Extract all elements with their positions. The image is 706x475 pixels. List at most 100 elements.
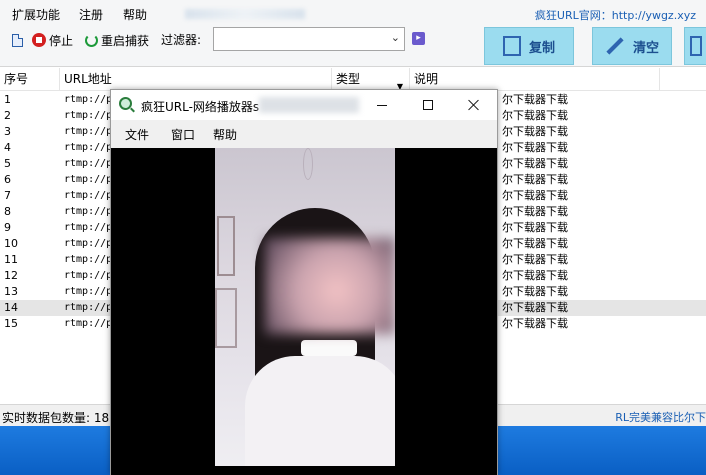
row-index: 9 bbox=[4, 221, 11, 234]
stop-label: 停止 bbox=[49, 33, 74, 48]
new-button[interactable] bbox=[12, 31, 23, 49]
row-url: rtmp://p bbox=[64, 302, 113, 313]
close-icon bbox=[468, 99, 480, 111]
blurred-area bbox=[185, 9, 305, 19]
copy-icon bbox=[502, 36, 521, 56]
video-frame bbox=[215, 148, 395, 466]
row-url: rtmp://p bbox=[64, 94, 113, 105]
row-description: 尔下载器下载 bbox=[502, 221, 568, 234]
row-url: rtmp://p bbox=[64, 206, 113, 217]
wall-picture bbox=[215, 288, 237, 348]
col-index[interactable]: 序号 bbox=[0, 68, 60, 91]
row-url: rtmp://p bbox=[64, 110, 113, 121]
col-type[interactable]: 类型 ▼ bbox=[332, 68, 410, 91]
row-description: 尔下载器下载 bbox=[502, 173, 568, 186]
copy-button[interactable]: 复制 bbox=[484, 27, 574, 65]
row-index: 3 bbox=[4, 125, 11, 138]
row-url: rtmp://p bbox=[64, 174, 113, 185]
col-url[interactable]: URL地址 bbox=[60, 68, 332, 91]
row-description: 尔下载器下载 bbox=[502, 93, 568, 106]
row-url: rtmp://p bbox=[64, 318, 113, 329]
player-title-bar[interactable]: 疯狂URL-网络播放器s bbox=[111, 90, 497, 120]
row-url: rtmp://p bbox=[64, 270, 113, 281]
wall-lamp bbox=[303, 148, 313, 180]
minimize-button[interactable] bbox=[359, 90, 405, 120]
wall-picture bbox=[217, 216, 235, 276]
row-index: 8 bbox=[4, 205, 11, 218]
row-url: rtmp://p bbox=[64, 126, 113, 137]
row-description: 尔下载器下载 bbox=[502, 141, 568, 154]
stop-button[interactable]: 停止 bbox=[32, 31, 73, 49]
row-description: 尔下载器下载 bbox=[502, 109, 568, 122]
close-button[interactable] bbox=[451, 90, 497, 120]
row-index: 12 bbox=[4, 269, 18, 282]
magnifier-icon bbox=[119, 97, 132, 110]
row-description: 尔下载器下载 bbox=[502, 157, 568, 170]
apply-icon: ▸ bbox=[416, 33, 421, 43]
row-index: 1 bbox=[4, 93, 11, 106]
clear-button[interactable]: 清空 bbox=[592, 27, 672, 65]
row-index: 6 bbox=[4, 173, 11, 186]
filter-dropdown[interactable]: ⌄ bbox=[213, 27, 405, 51]
row-description: 尔下载器下载 bbox=[502, 285, 568, 298]
copy-label: 复制 bbox=[528, 40, 555, 56]
row-description: 尔下载器下载 bbox=[502, 269, 568, 282]
stop-icon bbox=[32, 33, 46, 47]
menu-bar: 扩展功能 注册 帮助 疯狂URL官网：http://ywgz.xyz bbox=[0, 0, 706, 27]
row-index: 10 bbox=[4, 237, 18, 250]
chevron-down-icon: ⌄ bbox=[390, 31, 400, 44]
row-description: 尔下载器下载 bbox=[502, 253, 568, 266]
maximize-button[interactable] bbox=[405, 90, 451, 120]
blurred-title-area bbox=[259, 97, 359, 113]
official-site-link[interactable]: 疯狂URL官网：http://ywgz.xyz bbox=[535, 7, 696, 23]
person-collar bbox=[301, 340, 357, 356]
row-index: 5 bbox=[4, 157, 11, 170]
row-description: 尔下载器下载 bbox=[502, 189, 568, 202]
row-index: 2 bbox=[4, 109, 11, 122]
row-index: 15 bbox=[4, 317, 18, 330]
row-description: 尔下载器下载 bbox=[502, 205, 568, 218]
clear-label: 清空 bbox=[632, 40, 659, 56]
refresh-icon bbox=[85, 33, 98, 47]
row-description: 尔下载器下载 bbox=[502, 125, 568, 138]
player-window: 疯狂URL-网络播放器s 文件 窗口 帮助 bbox=[110, 89, 498, 475]
minimize-icon bbox=[377, 104, 387, 106]
document-icon bbox=[12, 33, 23, 47]
player-title: 疯狂URL-网络播放器s bbox=[141, 100, 260, 114]
menu-register[interactable]: 注册 bbox=[79, 6, 103, 23]
restart-capture-button[interactable]: 重启捕获 bbox=[85, 31, 149, 49]
toolbar: 停止 重启捕获 过滤器: ⌄ ▸ 复制 清空 bbox=[0, 27, 706, 67]
menu-extensions[interactable]: 扩展功能 bbox=[12, 6, 60, 23]
row-index: 7 bbox=[4, 189, 11, 202]
row-url: rtmp://p bbox=[64, 158, 113, 169]
row-url: rtmp://p bbox=[64, 238, 113, 249]
player-menu-help[interactable]: 帮助 bbox=[213, 126, 237, 143]
broom-icon bbox=[605, 36, 625, 56]
chart-icon bbox=[689, 36, 702, 56]
more-button[interactable] bbox=[684, 27, 706, 65]
menu-help[interactable]: 帮助 bbox=[123, 6, 147, 23]
packet-count: 实时数据包数量: 185 bbox=[2, 411, 117, 425]
player-menu-bar: 文件 窗口 帮助 bbox=[111, 120, 497, 146]
row-url: rtmp://p bbox=[64, 222, 113, 233]
row-index: 4 bbox=[4, 141, 11, 154]
status-marquee: RL完美兼容比尔下 bbox=[615, 411, 706, 424]
row-index: 14 bbox=[4, 301, 18, 314]
table-header: 序号 URL地址 类型 ▼ 说明 bbox=[0, 68, 706, 91]
row-description: 尔下载器下载 bbox=[502, 317, 568, 330]
col-desc[interactable]: 说明 bbox=[410, 68, 660, 91]
maximize-icon bbox=[423, 100, 433, 110]
row-url: rtmp://p bbox=[64, 254, 113, 265]
row-index: 13 bbox=[4, 285, 18, 298]
col-type-label: 类型 bbox=[336, 72, 361, 86]
row-index: 11 bbox=[4, 253, 18, 266]
player-menu-file[interactable]: 文件 bbox=[125, 126, 149, 143]
row-description: 尔下载器下载 bbox=[502, 237, 568, 250]
filter-label: 过滤器: bbox=[161, 33, 202, 47]
row-description: 尔下载器下载 bbox=[502, 301, 568, 314]
restart-label: 重启捕获 bbox=[101, 33, 150, 48]
person-shirt bbox=[245, 356, 395, 466]
filter-apply-button[interactable]: ▸ bbox=[412, 32, 425, 45]
video-area[interactable] bbox=[111, 148, 497, 475]
player-menu-window[interactable]: 窗口 bbox=[171, 126, 195, 143]
